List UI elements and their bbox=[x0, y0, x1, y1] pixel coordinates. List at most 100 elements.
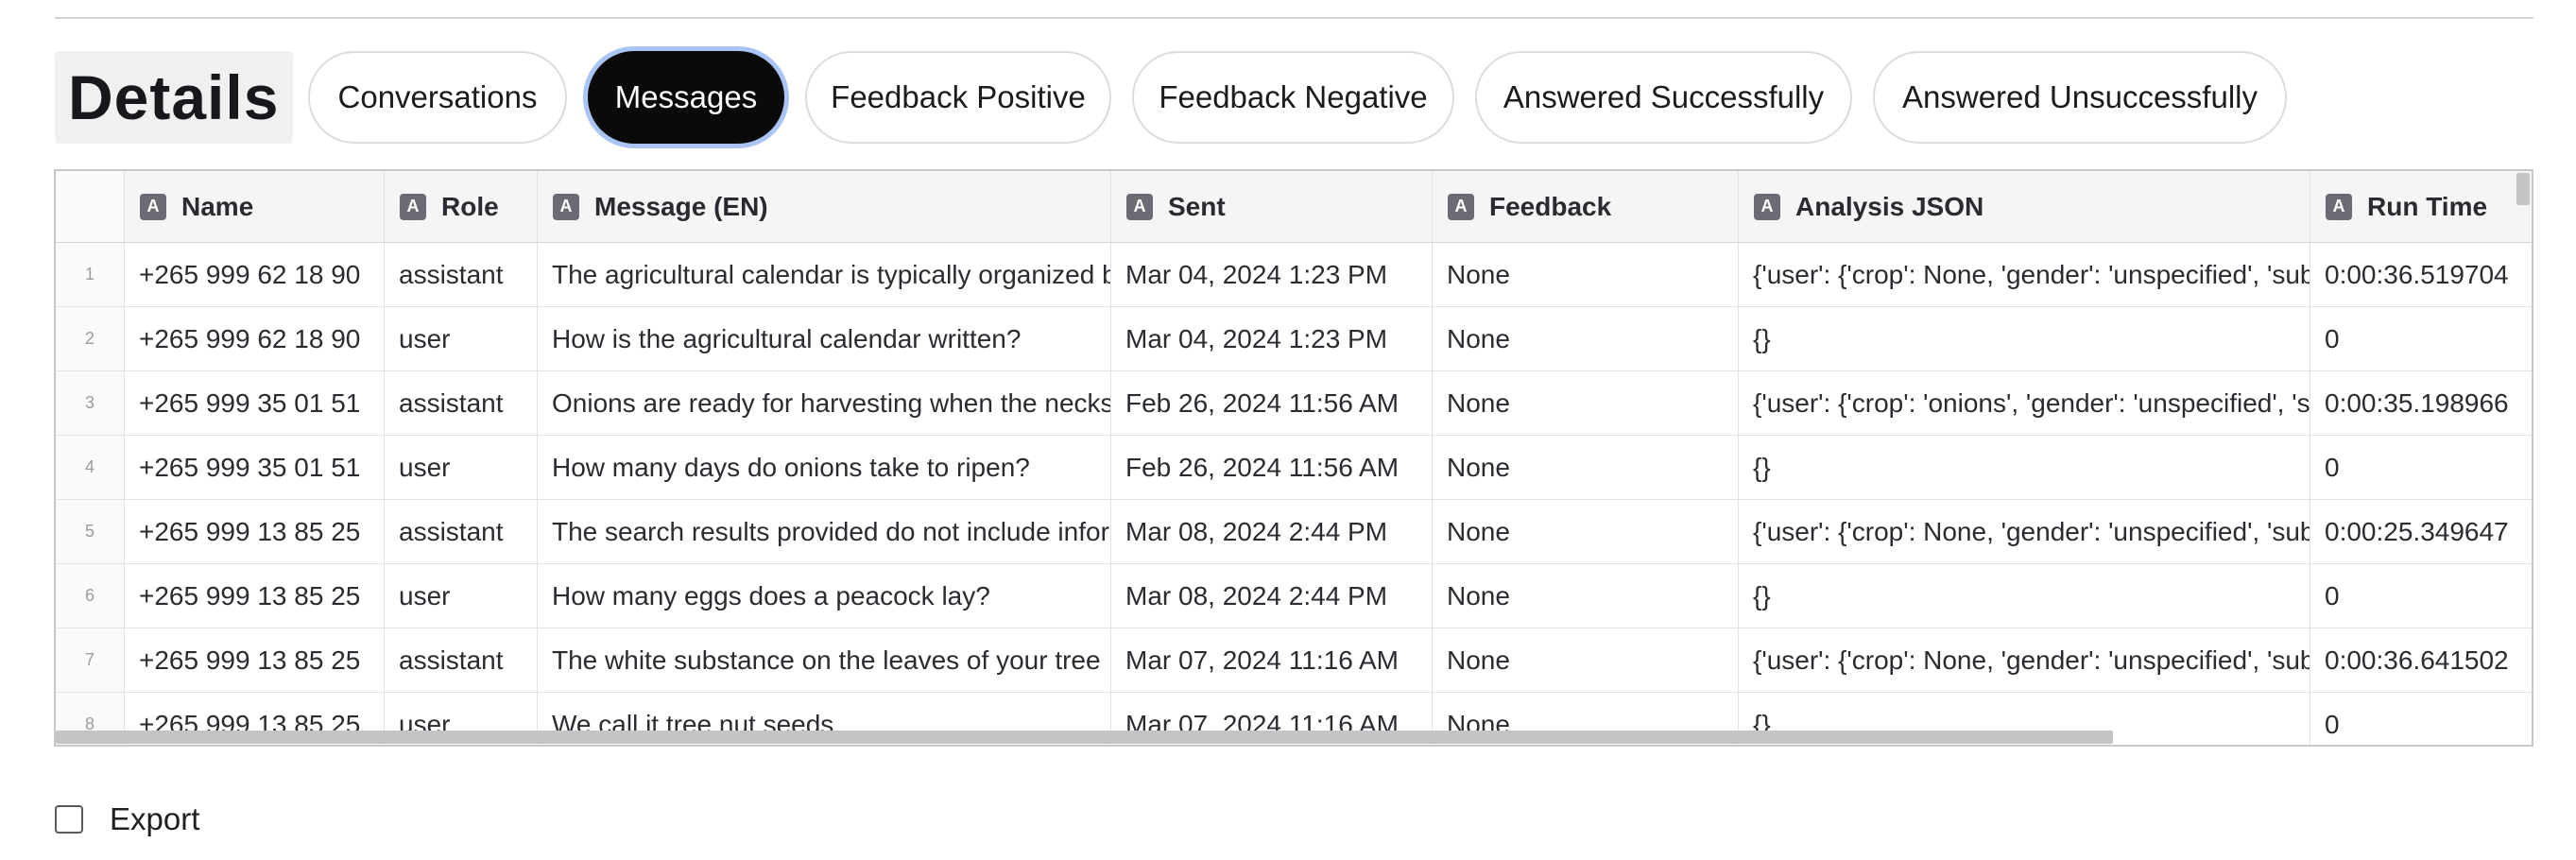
row-index: 1 bbox=[56, 243, 125, 306]
column-header-run-time[interactable]: A Run Time bbox=[2310, 171, 2532, 242]
cell-message[interactable]: How is the agricultural calendar written… bbox=[538, 307, 1111, 370]
page-title-text: Details bbox=[68, 62, 280, 132]
cell-sent[interactable]: Mar 08, 2024 2:44 PM bbox=[1111, 500, 1433, 563]
cell-analysis-json[interactable]: {'user': {'crop': 'onions', 'gender': 'u… bbox=[1739, 371, 2310, 435]
cell-run-time[interactable]: 0:00:36.641502 bbox=[2310, 628, 2532, 692]
cell-message[interactable]: Onions are ready for harvesting when the… bbox=[538, 371, 1111, 435]
cell-message[interactable]: How many eggs does a peacock lay? bbox=[538, 564, 1111, 628]
horizontal-scrollbar[interactable] bbox=[56, 731, 2113, 744]
cell-name[interactable]: +265 999 62 18 90 bbox=[125, 243, 385, 306]
table-row[interactable]: 4 +265 999 35 01 51 user How many days d… bbox=[56, 436, 2532, 500]
cell-sent[interactable]: Mar 04, 2024 1:23 PM bbox=[1111, 243, 1433, 306]
cell-sent[interactable]: Mar 07, 2024 11:16 AM bbox=[1111, 628, 1433, 692]
cell-sent[interactable]: Feb 26, 2024 11:56 AM bbox=[1111, 436, 1433, 499]
column-header-label: Role bbox=[441, 191, 499, 221]
cell-feedback[interactable]: None bbox=[1433, 628, 1739, 692]
tab-conversations[interactable]: Conversations bbox=[308, 51, 567, 144]
export-label: Export bbox=[110, 801, 200, 836]
column-header-name[interactable]: A Name bbox=[125, 171, 385, 242]
cell-analysis-json[interactable]: {'user': {'crop': None, 'gender': 'unspe… bbox=[1739, 628, 2310, 692]
export-checkbox[interactable] bbox=[55, 805, 83, 834]
cell-run-time[interactable]: 0:00:35.198966 bbox=[2310, 371, 2532, 435]
cell-name[interactable]: +265 999 35 01 51 bbox=[125, 371, 385, 435]
text-type-icon: A bbox=[2326, 193, 2352, 220]
column-header-label: Message (EN) bbox=[594, 191, 768, 221]
row-index: 7 bbox=[56, 628, 125, 692]
header-row: Details Conversations Messages Feedback … bbox=[55, 47, 2308, 147]
tab-answered-unsuccessfully[interactable]: Answered Unsuccessfully bbox=[1873, 51, 2287, 144]
top-divider bbox=[55, 17, 2533, 19]
messages-table[interactable]: A Name A Role A Message (EN) A Sent A Feedbac… bbox=[54, 169, 2533, 747]
cell-role[interactable]: user bbox=[385, 564, 538, 628]
table-header-row: A Name A Role A Message (EN) A Sent A Feedbac… bbox=[56, 171, 2532, 243]
cell-name[interactable]: +265 999 13 85 25 bbox=[125, 628, 385, 692]
table-row[interactable]: 7 +265 999 13 85 25 assistant The white … bbox=[56, 628, 2532, 693]
cell-name[interactable]: +265 999 13 85 25 bbox=[125, 564, 385, 628]
cell-feedback[interactable]: None bbox=[1433, 243, 1739, 306]
tab-feedback-positive[interactable]: Feedback Positive bbox=[805, 51, 1111, 144]
row-index: 4 bbox=[56, 436, 125, 499]
cell-run-time[interactable]: 0:00:25.349647 bbox=[2310, 500, 2532, 563]
row-index: 2 bbox=[56, 307, 125, 370]
table-row[interactable]: 2 +265 999 62 18 90 user How is the agri… bbox=[56, 307, 2532, 371]
cell-feedback[interactable]: None bbox=[1433, 500, 1739, 563]
cell-analysis-json[interactable]: {} bbox=[1739, 307, 2310, 370]
cell-role[interactable]: assistant bbox=[385, 371, 538, 435]
cell-message[interactable]: How many days do onions take to ripen? bbox=[538, 436, 1111, 499]
cell-role[interactable]: assistant bbox=[385, 243, 538, 306]
table-row[interactable]: 1 +265 999 62 18 90 assistant The agricu… bbox=[56, 243, 2532, 307]
cell-message[interactable]: The agricultural calendar is typically o… bbox=[538, 243, 1111, 306]
text-type-icon: A bbox=[140, 193, 166, 220]
page-title: Details bbox=[55, 51, 293, 144]
cell-name[interactable]: +265 999 35 01 51 bbox=[125, 436, 385, 499]
cell-sent[interactable]: Mar 08, 2024 2:44 PM bbox=[1111, 564, 1433, 628]
row-index: 5 bbox=[56, 500, 125, 563]
column-header-analysis-json[interactable]: A Analysis JSON bbox=[1739, 171, 2310, 242]
text-type-icon: A bbox=[1448, 193, 1474, 220]
cell-sent[interactable]: Mar 04, 2024 1:23 PM bbox=[1111, 307, 1433, 370]
table-row[interactable]: 5 +265 999 13 85 25 assistant The search… bbox=[56, 500, 2532, 564]
cell-role[interactable]: user bbox=[385, 307, 538, 370]
column-header-message[interactable]: A Message (EN) bbox=[538, 171, 1111, 242]
export-control[interactable]: Export bbox=[55, 801, 199, 837]
cell-run-time[interactable]: 0 bbox=[2310, 564, 2532, 628]
cell-sent[interactable]: Feb 26, 2024 11:56 AM bbox=[1111, 371, 1433, 435]
cell-role[interactable]: assistant bbox=[385, 628, 538, 692]
text-type-icon: A bbox=[1754, 193, 1780, 220]
cell-analysis-json[interactable]: {} bbox=[1739, 436, 2310, 499]
row-index-header bbox=[56, 171, 125, 242]
cell-name[interactable]: +265 999 13 85 25 bbox=[125, 500, 385, 563]
cell-feedback[interactable]: None bbox=[1433, 307, 1739, 370]
column-header-feedback[interactable]: A Feedback bbox=[1433, 171, 1739, 242]
text-type-icon: A bbox=[553, 193, 579, 220]
tab-answered-successfully[interactable]: Answered Successfully bbox=[1475, 51, 1852, 144]
cell-message[interactable]: The search results provided do not inclu… bbox=[538, 500, 1111, 563]
text-type-icon: A bbox=[1126, 193, 1153, 220]
cell-feedback[interactable]: None bbox=[1433, 564, 1739, 628]
cell-run-time[interactable]: 0 bbox=[2310, 693, 2532, 745]
column-header-label: Feedback bbox=[1489, 191, 1612, 221]
cell-run-time[interactable]: 0 bbox=[2310, 307, 2532, 370]
tab-feedback-negative[interactable]: Feedback Negative bbox=[1132, 51, 1454, 144]
vertical-scrollbar[interactable] bbox=[2516, 173, 2530, 205]
cell-analysis-json[interactable]: {} bbox=[1739, 564, 2310, 628]
column-header-label: Sent bbox=[1168, 191, 1226, 221]
column-header-sent[interactable]: A Sent bbox=[1111, 171, 1433, 242]
cell-run-time[interactable]: 0:00:36.519704 bbox=[2310, 243, 2532, 306]
cell-message[interactable]: The white substance on the leaves of you… bbox=[538, 628, 1111, 692]
cell-run-time[interactable]: 0 bbox=[2310, 436, 2532, 499]
cell-role[interactable]: assistant bbox=[385, 500, 538, 563]
column-header-label: Analysis JSON bbox=[1795, 191, 1984, 221]
table-row[interactable]: 6 +265 999 13 85 25 user How many eggs d… bbox=[56, 564, 2532, 628]
cell-name[interactable]: +265 999 62 18 90 bbox=[125, 307, 385, 370]
cell-feedback[interactable]: None bbox=[1433, 371, 1739, 435]
column-header-role[interactable]: A Role bbox=[385, 171, 538, 242]
tab-messages[interactable]: Messages bbox=[588, 51, 784, 144]
text-type-icon: A bbox=[400, 193, 426, 220]
cell-feedback[interactable]: None bbox=[1433, 436, 1739, 499]
cell-role[interactable]: user bbox=[385, 436, 538, 499]
cell-analysis-json[interactable]: {'user': {'crop': None, 'gender': 'unspe… bbox=[1739, 243, 2310, 306]
table-row[interactable]: 3 +265 999 35 01 51 assistant Onions are… bbox=[56, 371, 2532, 436]
cell-analysis-json[interactable]: {'user': {'crop': None, 'gender': 'unspe… bbox=[1739, 500, 2310, 563]
column-header-label: Run Time bbox=[2367, 191, 2488, 221]
